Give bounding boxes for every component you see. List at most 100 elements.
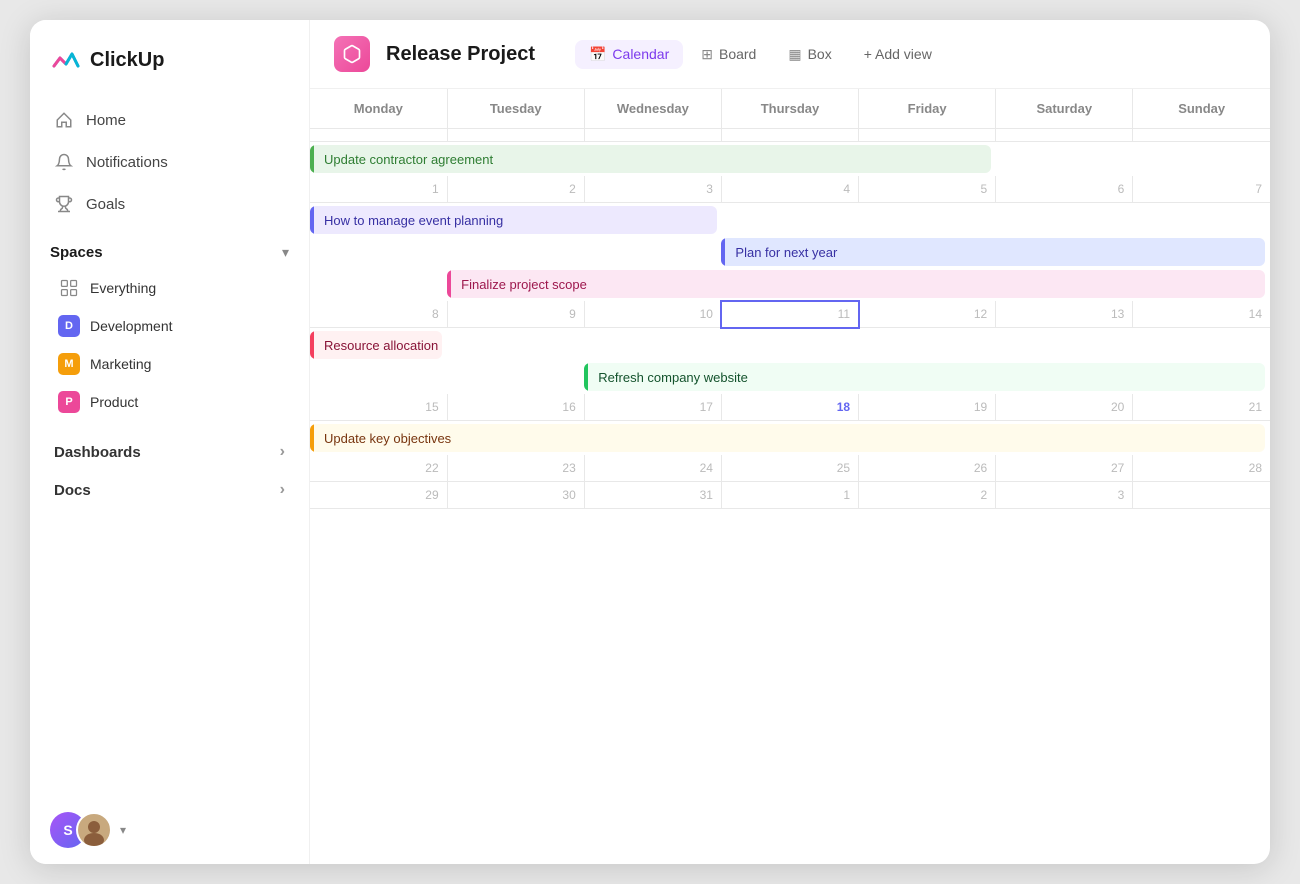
cal-cell-1-4[interactable]: 5 bbox=[859, 176, 996, 203]
date-number-0-5 bbox=[996, 129, 1132, 141]
event-bar-1-2[interactable]: Finalize project scope bbox=[310, 269, 1270, 299]
event-bar-2-1[interactable]: Refresh company website bbox=[310, 362, 1270, 392]
cal-cell-4-6[interactable]: 28 bbox=[1133, 455, 1270, 482]
cal-cell-5-4[interactable]: 2 bbox=[859, 482, 996, 509]
spaces-title: Spaces bbox=[50, 244, 103, 261]
date-number-0-2 bbox=[585, 129, 721, 141]
cal-cell-3-1[interactable]: 16 bbox=[447, 394, 584, 421]
cal-cell-1-1[interactable]: 2 bbox=[447, 176, 584, 203]
event-label-3-0: Update key objectives bbox=[324, 431, 451, 446]
date-number-3-4: 19 bbox=[859, 394, 995, 420]
cal-cell-0-4[interactable] bbox=[859, 129, 996, 142]
sidebar-user[interactable]: S ▾ bbox=[30, 796, 309, 848]
app-container: ClickUp Home Notifications Goals bbox=[30, 20, 1270, 864]
dashboards-chevron: › bbox=[280, 443, 285, 461]
cal-cell-3-0[interactable]: 15 bbox=[310, 394, 447, 421]
tab-box[interactable]: ▦ Box bbox=[774, 40, 845, 69]
cal-cell-2-4[interactable]: 12 bbox=[859, 301, 996, 328]
cal-cell-4-1[interactable]: 23 bbox=[447, 455, 584, 482]
tab-calendar[interactable]: 📅 Calendar bbox=[575, 40, 683, 69]
cal-cell-1-5[interactable]: 6 bbox=[996, 176, 1133, 203]
cal-cell-2-0[interactable]: 8 bbox=[310, 301, 447, 328]
cal-cell-5-2[interactable]: 31 bbox=[584, 482, 721, 509]
cal-cell-1-3[interactable]: 4 bbox=[721, 176, 858, 203]
sidebar-notifications-label: Notifications bbox=[86, 154, 168, 171]
box-tab-label: Box bbox=[808, 46, 832, 62]
docs-item[interactable]: Docs › bbox=[42, 471, 297, 509]
event-cell-1: How to manage event planningPlan for nex… bbox=[310, 203, 1270, 302]
marketing-label: Marketing bbox=[90, 356, 151, 372]
cal-cell-4-3[interactable]: 25 bbox=[721, 455, 858, 482]
week-row-3: 15161718192021 bbox=[310, 394, 1270, 421]
week-row-2: 891011121314 bbox=[310, 301, 1270, 328]
date-number-4-5: 27 bbox=[996, 455, 1132, 481]
sidebar-item-everything[interactable]: Everything bbox=[50, 269, 289, 307]
cal-cell-3-5[interactable]: 20 bbox=[996, 394, 1133, 421]
cal-cell-4-5[interactable]: 27 bbox=[996, 455, 1133, 482]
spaces-chevron[interactable]: ▾ bbox=[282, 244, 289, 261]
cal-cell-0-2[interactable] bbox=[584, 129, 721, 142]
cal-cell-5-1[interactable]: 30 bbox=[447, 482, 584, 509]
user-dropdown-arrow[interactable]: ▾ bbox=[120, 823, 126, 837]
cal-cell-5-0[interactable]: 29 bbox=[310, 482, 447, 509]
cal-cell-2-5[interactable]: 13 bbox=[996, 301, 1133, 328]
spaces-header: Spaces ▾ bbox=[50, 244, 289, 261]
sidebar-item-goals[interactable]: Goals bbox=[42, 184, 297, 224]
sidebar-item-product[interactable]: P Product bbox=[50, 383, 289, 421]
event-bar-3-0[interactable]: Update key objectives bbox=[310, 423, 1270, 453]
product-label: Product bbox=[90, 394, 138, 410]
dashboards-item[interactable]: Dashboards › bbox=[42, 433, 297, 471]
event-bar-1-1[interactable]: Plan for next year bbox=[310, 237, 1270, 267]
event-bar-1-0[interactable]: How to manage event planning bbox=[310, 205, 1270, 235]
cal-cell-3-6[interactable]: 21 bbox=[1133, 394, 1270, 421]
development-avatar: D bbox=[58, 315, 80, 337]
date-number-1-5: 6 bbox=[996, 176, 1132, 202]
calendar-wrapper[interactable]: Monday Tuesday Wednesday Thursday Friday… bbox=[310, 89, 1270, 864]
date-number-4-3: 25 bbox=[722, 455, 858, 481]
calendar-header-row: Monday Tuesday Wednesday Thursday Friday… bbox=[310, 89, 1270, 129]
cal-cell-3-3[interactable]: 18 bbox=[721, 394, 858, 421]
cal-cell-3-2[interactable]: 17 bbox=[584, 394, 721, 421]
tab-board[interactable]: ⊞ Board bbox=[687, 40, 770, 69]
cal-cell-4-4[interactable]: 26 bbox=[859, 455, 996, 482]
docs-label: Docs bbox=[54, 482, 91, 499]
user-avatars: S bbox=[50, 812, 112, 848]
cal-cell-0-1[interactable] bbox=[447, 129, 584, 142]
event-row-3: Update key objectives bbox=[310, 421, 1270, 456]
cal-cell-5-5[interactable]: 3 bbox=[996, 482, 1133, 509]
add-view-button[interactable]: + Add view bbox=[850, 40, 946, 68]
trophy-icon bbox=[54, 194, 74, 214]
cal-cell-0-6[interactable] bbox=[1133, 129, 1270, 142]
date-number-4-0: 22 bbox=[310, 455, 447, 481]
event-bar-2-0[interactable]: Resource allocation bbox=[310, 330, 1270, 360]
event-cell-2: Resource allocationRefresh company websi… bbox=[310, 328, 1270, 395]
everything-label: Everything bbox=[90, 280, 156, 296]
date-number-3-0: 15 bbox=[310, 394, 447, 420]
cal-cell-1-0[interactable]: 1 bbox=[310, 176, 447, 203]
cal-cell-0-5[interactable] bbox=[996, 129, 1133, 142]
week-row-1: 1234567 bbox=[310, 176, 1270, 203]
sidebar-item-marketing[interactable]: M Marketing bbox=[50, 345, 289, 383]
cal-cell-5-6[interactable] bbox=[1133, 482, 1270, 509]
sidebar-item-home[interactable]: Home bbox=[42, 100, 297, 140]
cal-cell-4-2[interactable]: 24 bbox=[584, 455, 721, 482]
sidebar-item-development[interactable]: D Development bbox=[50, 307, 289, 345]
cal-cell-0-3[interactable] bbox=[721, 129, 858, 142]
cal-cell-2-3[interactable]: 11 bbox=[721, 301, 858, 328]
logo-area[interactable]: ClickUp bbox=[30, 44, 309, 100]
cal-cell-4-0[interactable]: 22 bbox=[310, 455, 447, 482]
event-bar-0-0[interactable]: Update contractor agreement bbox=[310, 144, 1270, 174]
date-number-1-1: 2 bbox=[448, 176, 584, 202]
cal-cell-5-3[interactable]: 1 bbox=[721, 482, 858, 509]
cal-cell-2-6[interactable]: 14 bbox=[1133, 301, 1270, 328]
cal-cell-0-0[interactable] bbox=[310, 129, 447, 142]
spaces-section: Spaces ▾ Everything D Development bbox=[30, 224, 309, 429]
cal-cell-3-4[interactable]: 19 bbox=[859, 394, 996, 421]
cal-cell-2-1[interactable]: 9 bbox=[447, 301, 584, 328]
event-row-2: Resource allocationRefresh company websi… bbox=[310, 328, 1270, 395]
cal-cell-2-2[interactable]: 10 bbox=[584, 301, 721, 328]
cal-cell-1-2[interactable]: 3 bbox=[584, 176, 721, 203]
cal-cell-1-6[interactable]: 7 bbox=[1133, 176, 1270, 203]
sidebar-item-notifications[interactable]: Notifications bbox=[42, 142, 297, 182]
date-number-3-5: 20 bbox=[996, 394, 1132, 420]
